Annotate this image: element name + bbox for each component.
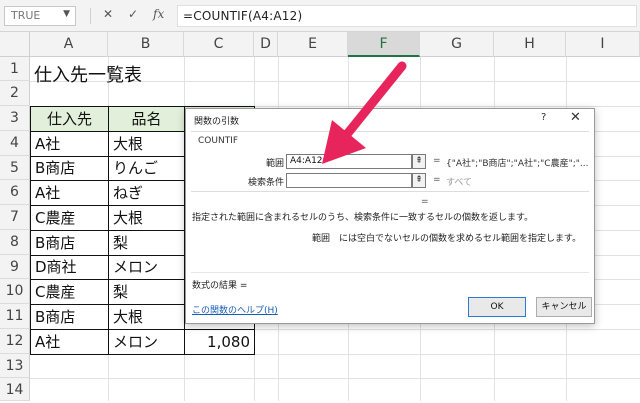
table-cell-supplier[interactable]: D商社 [30, 255, 109, 280]
cancel-icon[interactable]: ✕ [103, 7, 113, 21]
table-cell-supplier[interactable]: C農産 [30, 205, 109, 231]
column-header-i[interactable]: I [566, 32, 640, 57]
divider [191, 131, 589, 132]
range-equals: = [433, 156, 441, 166]
collapse-dialog-icon[interactable]: ⇞ [412, 154, 426, 169]
function-arguments-dialog: 関数の引数 ? ✕ COUNTIF 範囲 A4:A12 ⇞ = {"A社";"B… [185, 108, 595, 324]
function-description: 指定された範囲に含まれるセルのうち、検索条件に一致するセルの個数を返します。 [192, 213, 534, 223]
row-header-11[interactable]: 11 [0, 304, 30, 329]
range-label: 範囲 [265, 159, 284, 169]
table-header-supplier[interactable]: 仕入先 [30, 106, 109, 132]
ok-button[interactable]: OK [468, 297, 526, 317]
range-result: {"A社";"B商店";"A社";"C農産";"... [446, 159, 589, 169]
formula-input[interactable]: =COUNTIF(A4:A12) [177, 5, 637, 27]
argument-description: 範囲 には空白でないセルの個数を求めるセル範囲を指定します。 [312, 234, 582, 244]
table-cell-supplier[interactable]: A社 [30, 329, 109, 355]
table-cell-supplier[interactable]: B商店 [30, 156, 109, 181]
criteria-equals: = [433, 175, 441, 185]
close-icon[interactable]: ✕ [570, 110, 581, 125]
row-header-3[interactable]: 3 [0, 106, 30, 131]
table-cell-supplier[interactable]: B商店 [30, 230, 109, 256]
column-header-c[interactable]: C [184, 32, 254, 57]
collapse-dialog-icon[interactable]: ⇞ [412, 173, 426, 188]
cancel-button[interactable]: キャンセル [536, 297, 592, 317]
table-cell-supplier[interactable]: A社 [30, 131, 109, 157]
help-icon[interactable]: ? [541, 112, 546, 123]
table-header-item[interactable]: 品名 [108, 106, 185, 132]
table-cell-supplier[interactable]: C農産 [30, 279, 109, 305]
chevron-down-icon[interactable]: ▼ [63, 9, 70, 19]
enter-icon[interactable]: ✓ [128, 7, 138, 21]
criteria-label: 検索条件 [247, 178, 284, 188]
table-cell-supplier[interactable]: A社 [30, 180, 109, 206]
table-cell-item[interactable]: 大根 [108, 205, 185, 231]
select-all-corner[interactable] [0, 32, 30, 57]
row-header-7[interactable]: 7 [0, 205, 30, 230]
column-header-f[interactable]: F [348, 32, 420, 57]
table-cell-price[interactable]: 1,080 [184, 329, 255, 355]
name-box-value: TRUE [11, 9, 41, 22]
row-header-8[interactable]: 8 [0, 230, 30, 255]
column-header-d[interactable]: D [254, 32, 278, 57]
column-header-h[interactable]: H [494, 32, 566, 57]
column-header-g[interactable]: G [420, 32, 494, 57]
function-help-link[interactable]: この関数のヘルプ(H) [192, 303, 278, 316]
name-box[interactable]: TRUE ▼ [4, 6, 76, 26]
table-cell-item[interactable]: ねぎ [108, 180, 185, 206]
criteria-input[interactable] [286, 173, 412, 188]
table-cell-item[interactable]: メロン [108, 255, 185, 280]
table-cell-item[interactable]: りんご [108, 156, 185, 181]
row-header-5[interactable]: 5 [0, 156, 30, 180]
row-header-6[interactable]: 6 [0, 180, 30, 205]
row-header-14[interactable]: 14 [0, 378, 30, 401]
divider [191, 191, 589, 192]
table-cell-item[interactable]: メロン [108, 329, 185, 355]
table-cell-item[interactable]: 大根 [108, 131, 185, 157]
row-header-10[interactable]: 10 [0, 279, 30, 304]
table-cell-item[interactable]: 梨 [108, 230, 185, 256]
row-header-1[interactable]: 1 [0, 57, 30, 81]
function-result-equals: = [421, 197, 429, 207]
formula-result-label: 数式の結果 = [192, 281, 248, 291]
row-header-13[interactable]: 13 [0, 354, 30, 378]
divider [90, 8, 91, 24]
row-header-2[interactable]: 2 [0, 81, 30, 106]
column-header-b[interactable]: B [108, 32, 184, 57]
row-header-12[interactable]: 12 [0, 329, 30, 354]
divider [191, 272, 589, 273]
column-header-e[interactable]: E [278, 32, 348, 57]
insert-function-icon[interactable]: fx [153, 7, 164, 21]
function-name: COUNTIF [198, 136, 239, 146]
table-cell-item[interactable]: 大根 [108, 304, 185, 330]
range-input[interactable]: A4:A12 [286, 154, 412, 169]
grid-line [30, 378, 640, 379]
row-header-9[interactable]: 9 [0, 255, 30, 279]
table-cell-item[interactable]: 梨 [108, 279, 185, 305]
dialog-title: 関数の引数 [194, 117, 240, 127]
table-cell-supplier[interactable]: B商店 [30, 304, 109, 330]
row-header-4[interactable]: 4 [0, 131, 30, 156]
sheet-title[interactable]: 仕入先一覧表 [34, 61, 142, 87]
column-header-a[interactable]: A [30, 32, 108, 57]
criteria-result: すべて [446, 178, 473, 188]
